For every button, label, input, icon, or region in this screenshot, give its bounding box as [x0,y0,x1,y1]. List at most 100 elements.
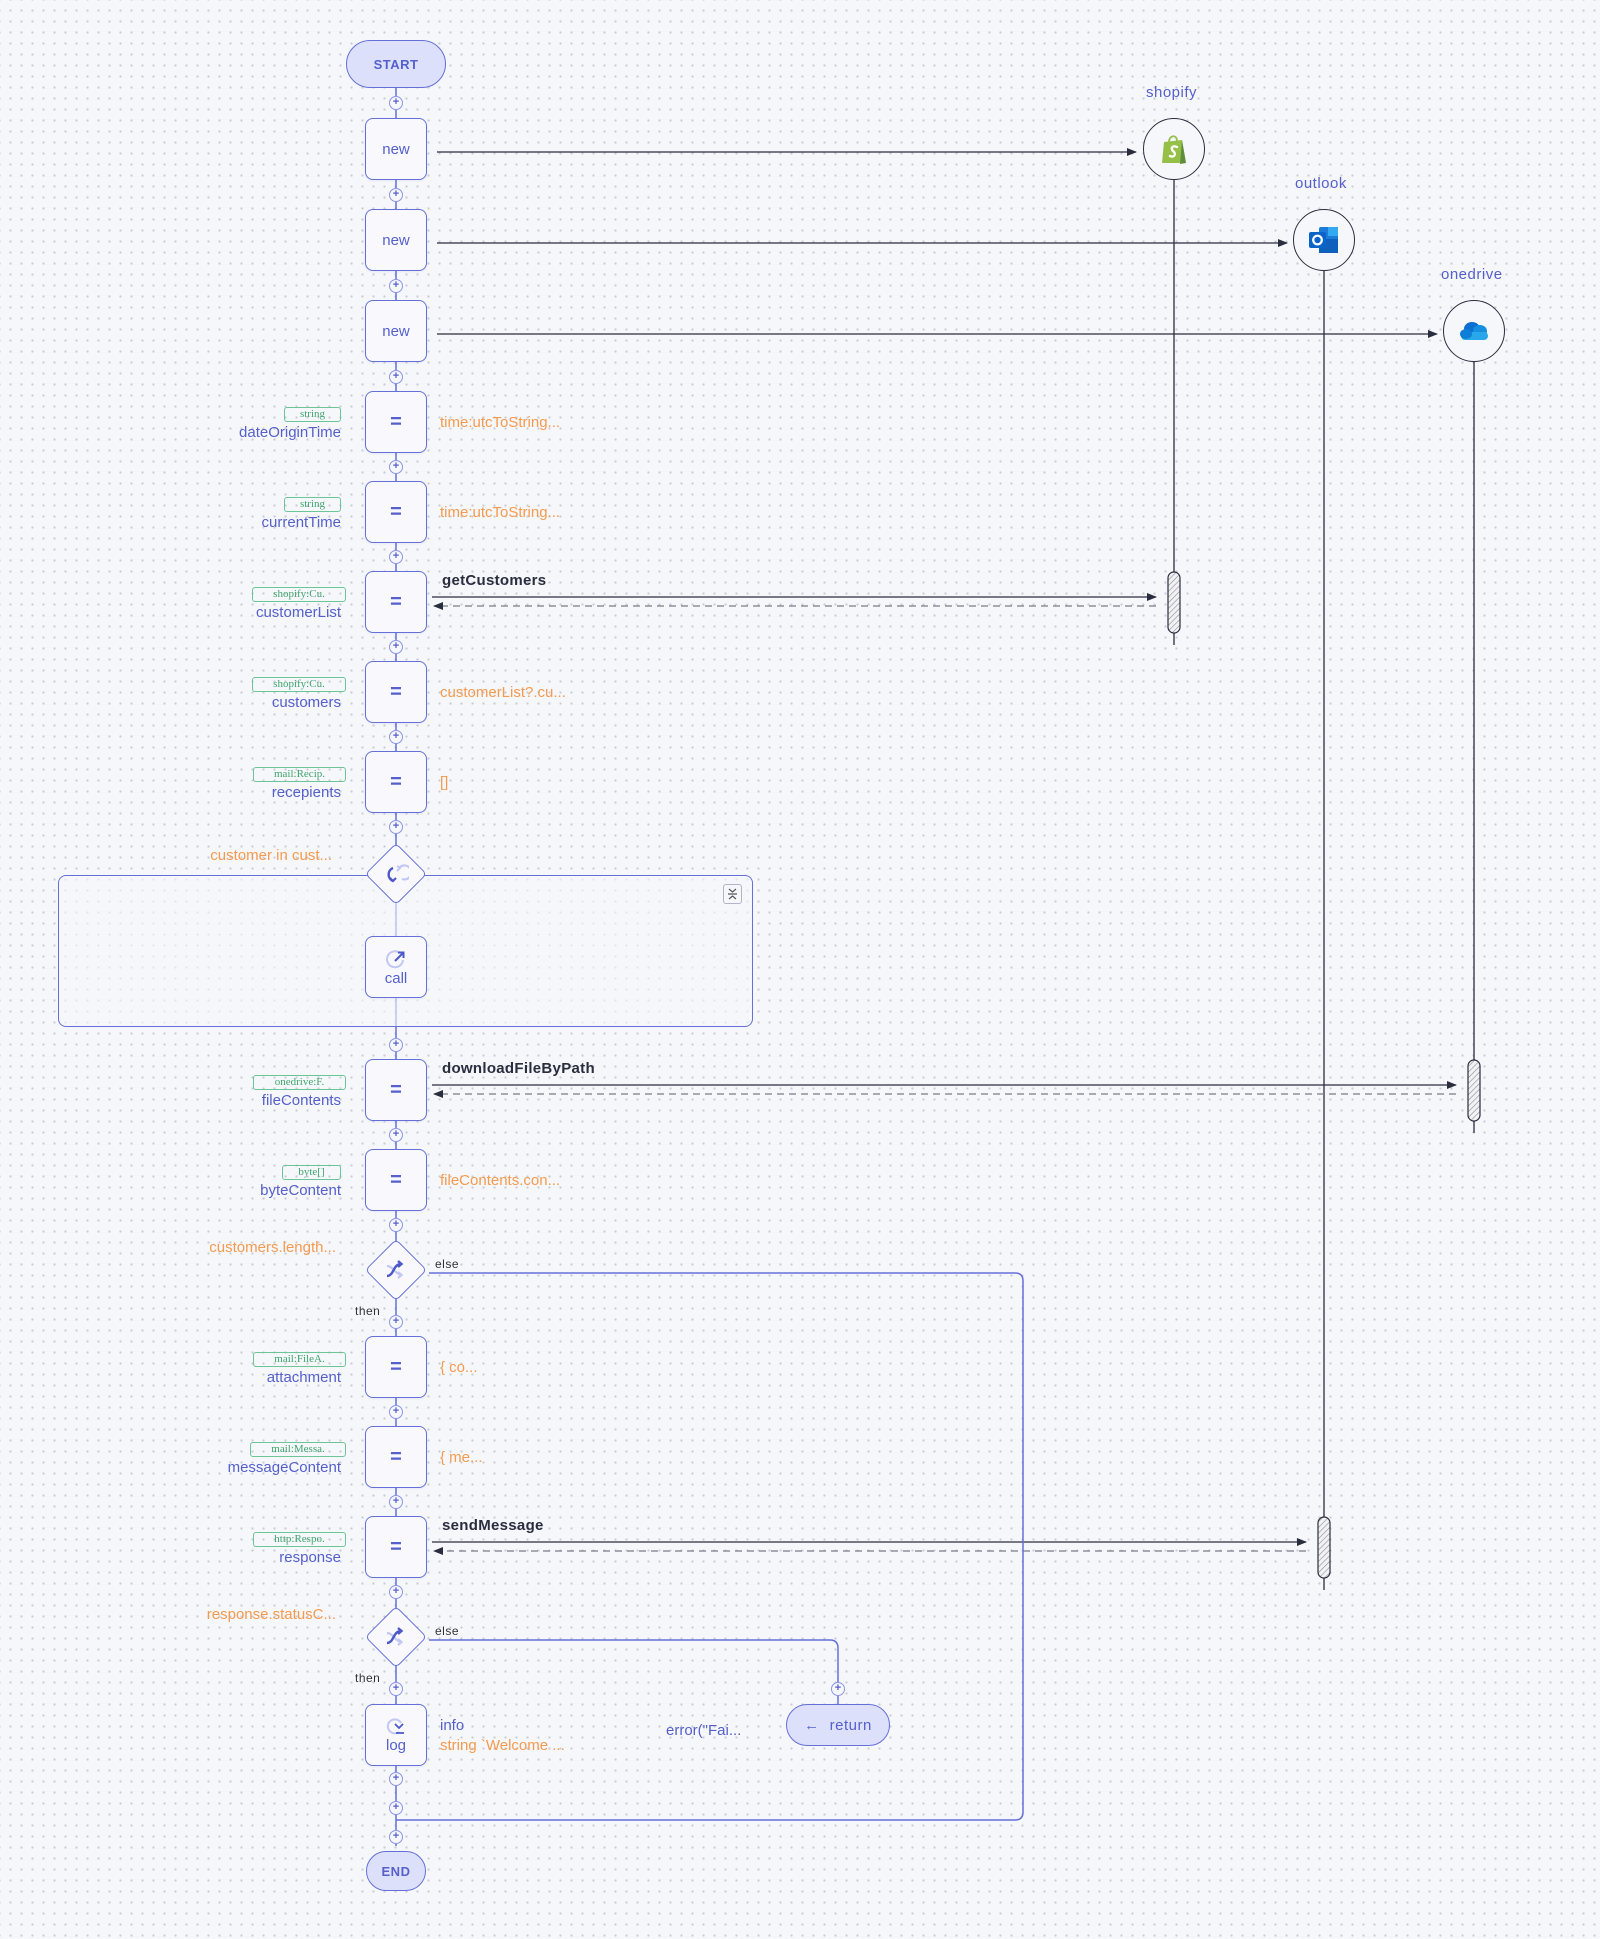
variable-name: fileContents [261,1092,341,1109]
assign-node-recepients[interactable]: = [365,751,427,813]
log-icon [386,1717,404,1734]
call-node[interactable]: call [365,936,427,998]
assign-node-customerlist[interactable]: = [365,571,427,633]
assign-node-messagecontent[interactable]: = [365,1426,427,1488]
type-badge: shopify:Cu. [252,677,346,692]
activation-bar-shopify [1167,571,1181,634]
type-badge: http:Respo. [253,1532,346,1547]
add-step-button[interactable]: + [389,640,403,654]
start-node[interactable]: START [346,40,446,88]
variable-name: recepients [271,784,341,801]
add-step-button[interactable]: + [389,1682,403,1696]
branch-icon [386,1260,404,1279]
assign-symbol: = [390,1078,402,1101]
add-step-button[interactable]: + [389,96,403,110]
new-node-label: new [382,140,410,158]
assign-symbol: = [390,1535,402,1558]
add-step-button[interactable]: + [389,1038,403,1052]
add-step-button[interactable]: + [389,1495,403,1509]
variable-name: customers [271,694,341,711]
type-badge: onedrive:F. [253,1075,346,1090]
end-node[interactable]: END [366,1851,426,1891]
new-node-shopify[interactable]: new [365,118,427,180]
endpoint-shopify[interactable] [1143,118,1205,180]
log-message: string `Welcome ... [440,1737,565,1754]
assign-node-bytecontent[interactable]: = [365,1149,427,1211]
else-label: else [435,1257,460,1271]
collapse-icon [728,888,737,900]
shopify-icon [1162,135,1186,164]
add-step-button[interactable]: + [389,460,403,474]
endpoint-onedrive[interactable] [1443,300,1505,362]
assign-node-response[interactable]: = [365,1516,427,1578]
new-node-outlook[interactable]: new [365,209,427,271]
call-node-label: call [384,969,408,987]
assign-symbol: = [390,680,402,703]
expression-text: { me... [440,1449,483,1466]
endpoint-outlook[interactable] [1293,209,1355,271]
type-badge: shopify:Cu. [252,587,346,602]
add-step-button[interactable]: + [389,370,403,384]
add-step-button[interactable]: + [389,1830,403,1844]
action-name: getCustomers [442,572,547,589]
add-step-button[interactable]: + [389,730,403,744]
add-step-button[interactable]: + [389,1128,403,1142]
add-step-button[interactable]: + [389,1585,403,1599]
assign-symbol: = [390,770,402,793]
new-node-onedrive[interactable]: new [365,300,427,362]
add-step-button[interactable]: + [389,820,403,834]
expression-text: customerList?.cu... [440,684,566,701]
add-step-button[interactable]: + [389,1218,403,1232]
if-condition: customers.length... [209,1239,336,1256]
assign-symbol: = [390,1355,402,1378]
if2-else-branch [429,1639,839,1704]
activation-bar-outlook [1317,1516,1331,1579]
expression-text: [] [440,774,449,791]
add-step-button[interactable]: + [389,1801,403,1815]
foreach-node[interactable] [363,841,429,907]
type-badge: string [284,407,341,422]
return-node[interactable]: ← return [786,1704,890,1746]
assign-symbol: = [390,590,402,613]
new-node-label: new [382,322,410,340]
assign-node-currenttime[interactable]: = [365,481,427,543]
variable-name: messageContent [227,1459,341,1476]
add-step-button[interactable]: + [389,1405,403,1419]
assign-node-filecontents[interactable]: = [365,1059,427,1121]
add-step-button[interactable]: + [389,279,403,293]
type-badge: mail:Messa. [250,1442,346,1457]
return-label: return [829,1716,872,1734]
if-node-customers[interactable] [363,1237,429,1303]
then-label: then [355,1304,381,1318]
onedrive-icon [1460,322,1488,340]
assign-symbol: = [390,1168,402,1191]
expression-text: { co... [440,1359,478,1376]
add-step-button[interactable]: + [389,188,403,202]
add-step-button[interactable]: + [389,550,403,564]
variable-name: attachment [266,1369,341,1386]
call-icon [386,949,405,968]
endpoint-label-outlook: outlook [1295,175,1347,192]
assign-node-attachment[interactable]: = [365,1336,427,1398]
endpoint-label-onedrive: onedrive [1441,266,1503,283]
log-node[interactable]: log [365,1704,427,1766]
collapse-button[interactable] [723,884,742,904]
type-badge: byte[] [282,1165,341,1180]
else-label: else [435,1624,460,1638]
variable-name: dateOriginTime [239,424,341,441]
add-step-button[interactable]: + [831,1682,845,1696]
endpoint-label-shopify: shopify [1146,84,1198,101]
if-node-status[interactable] [363,1604,429,1670]
type-badge: string [284,497,341,512]
assign-node-dateorigintime[interactable]: = [365,391,427,453]
new-node-label: new [382,231,410,249]
log-level: info [440,1717,465,1734]
loop-condition: customer in cust... [210,847,332,864]
add-step-button[interactable]: + [389,1315,403,1329]
branch-icon [386,1627,404,1646]
assign-node-customers[interactable]: = [365,661,427,723]
type-badge: mail:FileA. [253,1352,346,1367]
assign-symbol: = [390,500,402,523]
add-step-button[interactable]: + [389,1772,403,1786]
variable-name: byteContent [260,1182,341,1199]
